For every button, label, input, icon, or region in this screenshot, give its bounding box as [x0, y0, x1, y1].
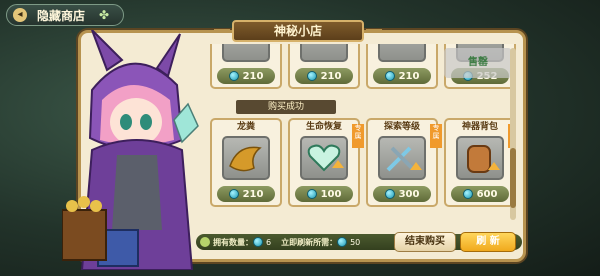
tools-upgrade-icon: [378, 136, 426, 180]
end-purchase-button[interactable]: 结束购买: [394, 232, 456, 252]
item-icon: [300, 44, 348, 62]
owned-label: 拥有数量：: [213, 237, 253, 247]
heart-upgrade-icon: [300, 136, 348, 180]
gem-icon: [337, 237, 348, 247]
character-portrait: [62, 30, 199, 270]
exclusive-ribbon: 专属: [430, 124, 442, 148]
shop-item-card[interactable]: 210: [210, 44, 282, 89]
exclusive-ribbon: 专属: [352, 124, 364, 148]
item-icon: [222, 44, 270, 62]
dragon-dung-icon: [222, 136, 270, 180]
scrollbar-thumb[interactable]: [510, 148, 516, 208]
item-name: 生命恢复: [305, 122, 342, 132]
price-tag: 210: [217, 68, 275, 84]
gem-icon: [228, 189, 239, 199]
shop-header: ◂ 隐藏商店 ✤: [6, 4, 124, 26]
title-wing-left: [214, 29, 230, 37]
purchase-toast: 购买成功: [236, 100, 336, 114]
shop-item-card[interactable]: 神器背包 600 专属: [444, 118, 516, 207]
price-tag: 600: [451, 186, 509, 202]
price-tag: 300: [373, 186, 431, 202]
backpack-upgrade-icon: [456, 136, 504, 180]
shop-title: 神秘小店: [232, 20, 364, 42]
price-tag: 210: [295, 68, 353, 84]
shop-item-card[interactable]: 探索等级 300 专属: [366, 118, 442, 207]
shop-item-card[interactable]: 生命恢复 100 专属: [288, 118, 364, 207]
gem-icon: [306, 189, 317, 199]
shop-grid: 210 210 210 252 售罄 购买成功 龙粪 210 生命恢复 100 …: [206, 44, 516, 224]
price-tag: 210: [373, 68, 431, 84]
shop-item-card[interactable]: 210: [288, 44, 360, 89]
refresh-button[interactable]: 刷 新: [460, 232, 516, 252]
clover-icon: ✤: [99, 8, 110, 22]
price-tag: 210: [217, 186, 275, 202]
gem-icon: [462, 189, 473, 199]
sold-out-stamp: 售罄: [444, 48, 512, 78]
title-wing-right: [366, 29, 382, 37]
refresh-cost-value: 50: [350, 237, 361, 247]
gem-icon: [384, 189, 395, 199]
gem-icon: [384, 71, 395, 81]
price-tag: 100: [295, 186, 353, 202]
refresh-cost-label: 立即刷新所需：: [281, 237, 338, 247]
gem-icon: [306, 71, 317, 81]
item-icon: [378, 44, 426, 62]
gem-icon: [253, 237, 263, 247]
item-name: 龙粪: [236, 122, 255, 132]
shop-item-card[interactable]: 龙粪 210: [210, 118, 282, 207]
item-name: 神器背包: [461, 122, 498, 132]
grid-scrollbar[interactable]: [510, 48, 516, 220]
shop-item-card[interactable]: 210: [366, 44, 438, 89]
page-title: 隐藏商店: [37, 8, 86, 23]
item-name: 探索等级: [383, 122, 420, 132]
coin-icon: [200, 237, 210, 247]
owned-value: 6: [266, 237, 272, 247]
back-icon[interactable]: ◂: [13, 8, 27, 22]
gem-icon: [228, 71, 239, 81]
